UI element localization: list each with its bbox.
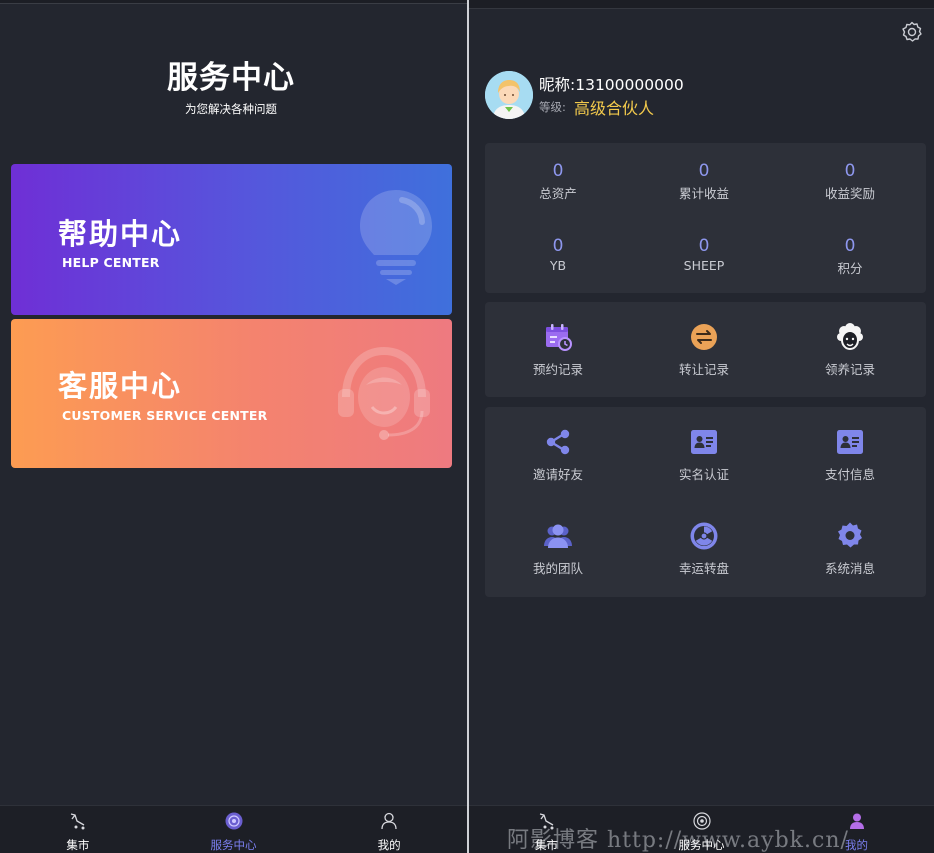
stat-value: 0 [698, 161, 710, 181]
sheep-icon [837, 323, 863, 350]
tab-service-center[interactable]: 服务中心 [156, 806, 312, 853]
stat-sheep[interactable]: 0 SHEEP [631, 236, 777, 273]
menu-lucky-wheel[interactable]: 幸运转盘 [631, 521, 777, 577]
watermark: 阿影博客 http://www.aybk.cn/ [507, 828, 849, 853]
stat-value: 0 [844, 236, 856, 256]
stat-value: 0 [552, 236, 564, 256]
lightbulb-icon [360, 190, 432, 285]
gear-icon [838, 522, 862, 548]
my-profile-screen: 昵称:13100000000 等级: 高级合伙人 0 总资产 0 累计收益 0 … [469, 0, 934, 853]
menu-my-team[interactable]: 我的团队 [485, 521, 631, 577]
menu-adoption-records[interactable]: 领养记录 [777, 322, 923, 378]
tab-mine-label: 我的 [377, 838, 401, 852]
stat-label: 累计收益 [678, 186, 729, 201]
customer-service-title: 客服中心 [58, 369, 183, 403]
user-icon [849, 813, 864, 829]
stat-earning-rewards[interactable]: 0 收益奖励 [777, 161, 923, 202]
customer-service-subtitle: CUSTOMER SERVICE CENTER [62, 408, 268, 423]
menu-reservation-records[interactable]: 预约记录 [485, 322, 631, 378]
menu-label: 转让记录 [678, 362, 729, 377]
transfer-arrows-icon [691, 324, 717, 350]
records-panel: 预约记录 转让记录 领养记录 [485, 302, 926, 397]
status-bar [0, 0, 467, 4]
menu-label: 邀请好友 [532, 467, 583, 482]
menu-real-name-verification[interactable]: 实名认证 [631, 427, 777, 483]
help-center-title: 帮助中心 [58, 217, 183, 251]
stat-value: 0 [698, 236, 710, 256]
level-label: 等级: [539, 100, 566, 114]
service-center-screen: 服务中心 为您解决各种问题 帮助中心 HELP CENTER 客服中心 CUST… [0, 0, 467, 853]
headset-agent-icon [338, 346, 430, 440]
id-card-icon [837, 430, 863, 454]
tab-market[interactable]: 集市 [0, 806, 156, 853]
status-bar [469, 0, 934, 9]
tab-mine[interactable]: 我的 [311, 806, 467, 853]
stat-total-assets[interactable]: 0 总资产 [485, 161, 631, 202]
stat-yb[interactable]: 0 YB [485, 236, 631, 273]
menu-transfer-records[interactable]: 转让记录 [631, 322, 777, 378]
stat-label: YB [549, 258, 567, 273]
menu-label: 我的团队 [532, 561, 583, 576]
menu-label: 实名认证 [678, 467, 729, 482]
customer-service-card[interactable]: 客服中心 CUSTOMER SERVICE CENTER [11, 319, 452, 468]
page-title: 服务中心 [167, 60, 295, 96]
menu-label: 幸运转盘 [678, 561, 729, 576]
stat-label: 收益奖励 [824, 186, 875, 201]
stat-value: 0 [844, 161, 856, 181]
stat-points[interactable]: 0 积分 [777, 236, 923, 277]
tab-service-center-label: 服务中心 [210, 838, 257, 852]
stat-label: 积分 [837, 261, 863, 276]
gear-icon[interactable] [900, 20, 924, 44]
menu-system-messages[interactable]: 系统消息 [777, 521, 923, 577]
user-icon [381, 812, 397, 830]
avatar[interactable] [485, 71, 533, 119]
service-icon [225, 812, 242, 830]
lucky-wheel-icon [690, 522, 718, 550]
help-center-subtitle: HELP CENTER [62, 255, 160, 270]
nickname: 昵称:13100000000 [539, 76, 684, 94]
menu-payment-info[interactable]: 支付信息 [777, 427, 923, 483]
calendar-clock-icon [546, 324, 572, 351]
stats-panel: 0 总资产 0 累计收益 0 收益奖励 0 YB 0 SHEEP 0 积分 [485, 143, 926, 293]
team-icon [544, 524, 572, 548]
menu-label: 预约记录 [532, 362, 583, 377]
avatar-icon [485, 71, 533, 119]
stat-label: SHEEP [683, 258, 725, 273]
stat-label: 总资产 [539, 186, 577, 201]
menu-label: 领养记录 [824, 362, 875, 377]
share-icon [546, 429, 570, 455]
tab-market-label: 集市 [66, 838, 90, 852]
functions-panel: 邀请好友 实名认证 支付信息 我的团队 幸运转盘 系统消息 [485, 407, 926, 597]
help-center-card[interactable]: 帮助中心 HELP CENTER [11, 164, 452, 315]
page-subtitle: 为您解决各种问题 [185, 102, 277, 116]
menu-label: 支付信息 [824, 467, 875, 482]
stat-value: 0 [552, 161, 564, 181]
menu-invite-friends[interactable]: 邀请好友 [485, 427, 631, 483]
id-card-icon [691, 430, 717, 454]
bottom-tabbar: 集市 服务中心 我的 [0, 805, 467, 853]
menu-label: 系统消息 [824, 561, 875, 576]
stat-cumulative-earnings[interactable]: 0 累计收益 [631, 161, 777, 202]
market-icon [70, 813, 85, 830]
level-value: 高级合伙人 [574, 99, 655, 118]
